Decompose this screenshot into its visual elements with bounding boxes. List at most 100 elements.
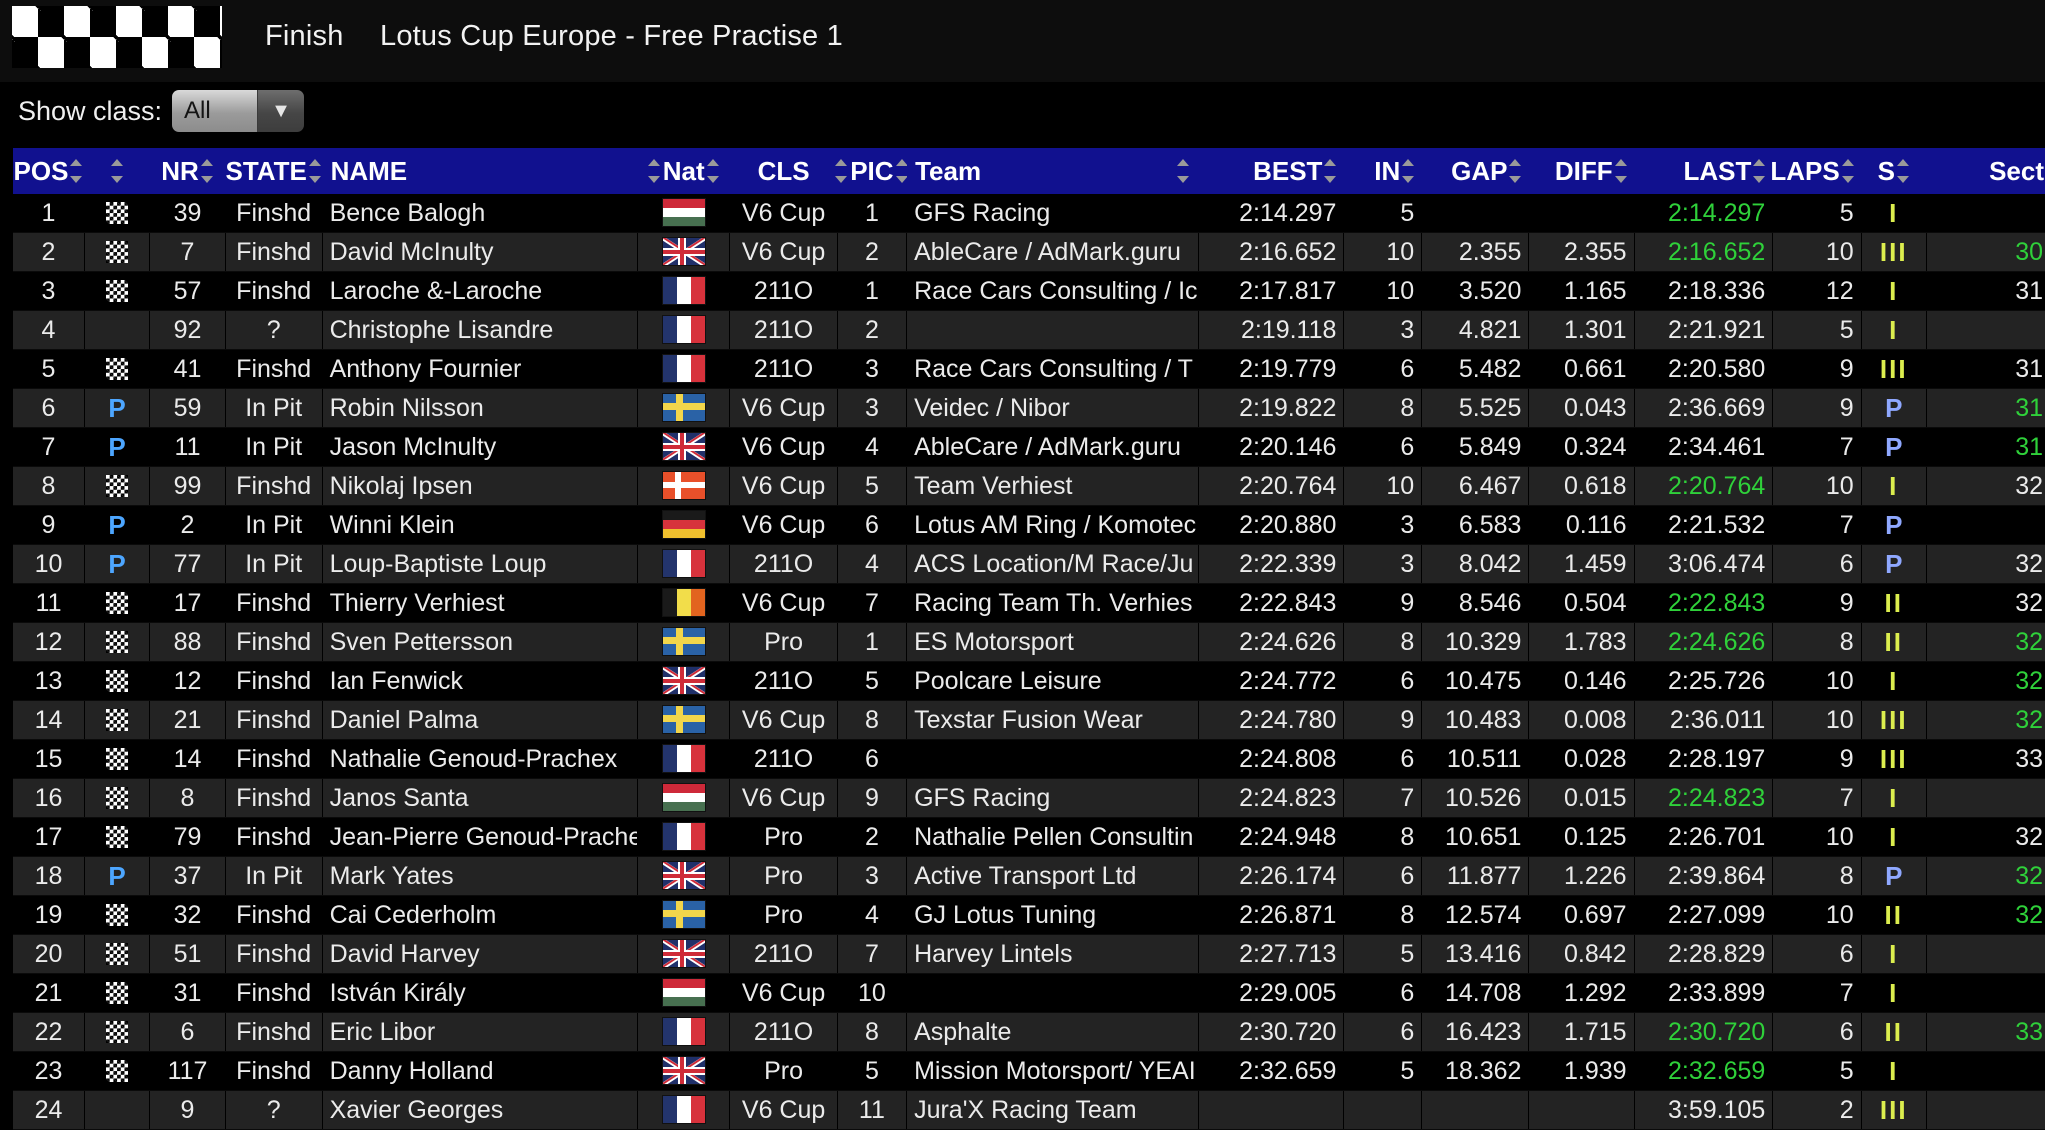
sort-arrows-icon[interactable] bbox=[647, 156, 661, 186]
col-header-gap[interactable]: GAP bbox=[1421, 148, 1530, 194]
cell-pic: 4 bbox=[837, 544, 908, 584]
table-row[interactable]: 4 92? Christophe Lisandre 211O 2 2:19.118 3 4.8… bbox=[13, 310, 2045, 350]
table-row[interactable]: 15 14 Finshd Nathalie Genoud-Prachex 211O 6 2:… bbox=[13, 739, 2045, 779]
table-row[interactable]: 11 17 Finshd Thierry Verhiest V6 Cup 7 Racing … bbox=[13, 583, 2045, 623]
flag-icon-se bbox=[661, 393, 706, 422]
sort-arrows-icon[interactable] bbox=[110, 156, 124, 186]
table-row[interactable]: 2 7 Finshd David McInulty V6 Cup 2 AbleCare / … bbox=[13, 232, 2045, 272]
col-header-flag[interactable] bbox=[84, 148, 151, 194]
col-header-laps[interactable]: LAPS bbox=[1770, 148, 1862, 194]
col-header-team-label: Team bbox=[915, 155, 982, 186]
checkered-flag-icon bbox=[106, 1020, 129, 1043]
cell-nr: 11 bbox=[149, 427, 226, 467]
table-row[interactable]: 22 6 Finshd Eric Libor 211O 8 Asphalte 2:30.720… bbox=[13, 1012, 2045, 1052]
cell-best: 2:16.652 bbox=[1198, 232, 1345, 272]
col-header-gap-label: GAP bbox=[1451, 155, 1508, 186]
cell-cls: V6 Cup bbox=[729, 505, 838, 545]
class-filter-select[interactable]: All ▼ bbox=[172, 90, 304, 132]
sector-bars-icon: I bbox=[1889, 977, 1899, 1008]
table-row[interactable]: 17 79 Finshd Jean-Pierre Genoud-Prachex Pro 2… bbox=[13, 817, 2045, 857]
sort-arrows-icon[interactable] bbox=[1753, 156, 1766, 186]
cell-nr: 6 bbox=[149, 1012, 226, 1052]
table-row[interactable]: 1 39 Finshd Bence Balogh V6 Cup 1 GFS Racing 2:… bbox=[13, 194, 2045, 233]
cell-gap: 4.821 bbox=[1421, 310, 1530, 350]
cell-gap: 8.042 bbox=[1421, 544, 1530, 584]
cell-cls: 211O bbox=[729, 310, 838, 350]
table-row[interactable]: 7 P 11 In Pit Jason McInulty V6 Cup 4 AbleCare … bbox=[13, 427, 2045, 467]
sort-arrows-icon[interactable] bbox=[308, 156, 322, 186]
col-header-state[interactable]: STATE bbox=[225, 148, 323, 194]
table-row[interactable]: 21 31 Finshd István Király V6 Cup 10 2:29.005 6… bbox=[13, 973, 2045, 1013]
table-row[interactable]: 14 21 Finshd Daniel Palma V6 Cup 8 Texstar Fus… bbox=[13, 700, 2045, 740]
cell-nat bbox=[637, 466, 731, 506]
cell-team: Veidec / Nibor bbox=[906, 388, 1200, 428]
col-header-in[interactable]: IN bbox=[1343, 148, 1423, 194]
table-row[interactable]: 16 8 Finshd Janos Santa V6 Cup 9 GFS Racing 2:2… bbox=[13, 778, 2045, 818]
sort-arrows-icon[interactable] bbox=[706, 156, 720, 186]
cell-name: Winni Klein bbox=[322, 505, 638, 545]
cell-sect: 32 bbox=[1926, 817, 2045, 857]
col-header-sect[interactable]: Sect bbox=[1926, 148, 2045, 194]
table-row[interactable]: 9 P 2 In Pit Winni Klein V6 Cup 6 Lotus AM Ring… bbox=[13, 505, 2045, 545]
chevron-down-icon[interactable]: ▼ bbox=[257, 90, 304, 132]
checkered-flag-icon bbox=[106, 825, 129, 848]
cell-best: 2:29.005 bbox=[1198, 973, 1345, 1013]
table-row[interactable]: 5 41 Finshd Anthony Fournier 211O 3 Race Cars … bbox=[13, 349, 2045, 389]
sort-arrows-icon[interactable] bbox=[1841, 156, 1855, 186]
sort-arrows-icon[interactable] bbox=[1896, 156, 1910, 186]
sort-arrows-icon[interactable] bbox=[70, 156, 83, 186]
col-header-nat[interactable]: Nat bbox=[637, 148, 731, 194]
col-header-cls[interactable]: CLS bbox=[729, 148, 838, 194]
cell-nat bbox=[637, 232, 731, 272]
cell-sect bbox=[1926, 1051, 2045, 1091]
table-row[interactable]: 10 P 77 In Pit Loup-Baptiste Loup 211O 4 ACS Lo… bbox=[13, 544, 2045, 584]
cell-in: 8 bbox=[1343, 817, 1423, 857]
cell-pic: 7 bbox=[837, 583, 908, 623]
table-row[interactable]: 6 P 59 In Pit Robin Nilsson V6 Cup 3 Veidec / N… bbox=[13, 388, 2045, 428]
col-header-team[interactable]: Team bbox=[906, 148, 1200, 194]
sort-arrows-icon[interactable] bbox=[1177, 156, 1190, 186]
sort-arrows-icon[interactable] bbox=[1509, 156, 1522, 186]
sort-arrows-icon[interactable] bbox=[200, 156, 214, 186]
table-row[interactable]: 8 99 Finshd Nikolaj Ipsen V6 Cup 5 Team Verhie… bbox=[13, 466, 2045, 506]
cell-in: 5 bbox=[1343, 934, 1423, 974]
col-header-s[interactable]: S bbox=[1861, 148, 1927, 194]
sort-arrows-icon[interactable] bbox=[1614, 156, 1628, 186]
cell-state: Finshd bbox=[225, 895, 323, 935]
table-row[interactable]: 3 57 Finshd Laroche &-Laroche 211O 1 Race Cars… bbox=[13, 271, 2045, 311]
col-header-nr[interactable]: NR bbox=[149, 148, 226, 194]
pit-indicator-icon: P bbox=[108, 548, 126, 579]
sort-arrows-icon[interactable] bbox=[835, 156, 848, 186]
cell-gap bbox=[1421, 1090, 1530, 1130]
col-header-last[interactable]: LAST bbox=[1634, 148, 1774, 194]
cell-last: 2:14.297 bbox=[1634, 194, 1774, 233]
table-row[interactable]: 13 12 Finshd Ian Fenwick 211O 5 Poolcare Leisu… bbox=[13, 661, 2045, 701]
cell-nr: 79 bbox=[149, 817, 226, 857]
sort-arrows-icon[interactable] bbox=[1402, 156, 1415, 186]
timing-table-wrapper: POS NR STATE NAME Nat CLS PIC Team BEST … bbox=[13, 148, 2045, 1130]
cell-nat bbox=[637, 973, 731, 1013]
cell-pos: 4 bbox=[13, 310, 85, 350]
table-row[interactable]: 23 117 Finshd Danny Holland Pro 5 Mission Moto… bbox=[13, 1051, 2045, 1091]
col-header-pos[interactable]: POS bbox=[13, 148, 85, 194]
sort-arrows-icon[interactable] bbox=[1324, 156, 1337, 186]
cell-team: Harvey Lintels bbox=[906, 934, 1200, 974]
checkered-flag-icon bbox=[106, 1059, 129, 1082]
cell-laps: 5 bbox=[1772, 310, 1862, 350]
table-row[interactable]: 18 P 37 In Pit Mark Yates Pro 3 Active Transpor… bbox=[13, 856, 2045, 896]
col-header-laps-label: LAPS bbox=[1770, 155, 1840, 186]
table-row[interactable]: 24 9? Xavier Georges V6 Cup 11 Jura'X Racing … bbox=[13, 1090, 2045, 1130]
cell-team: Team Verhiest bbox=[906, 466, 1200, 506]
col-header-diff[interactable]: DIFF bbox=[1528, 148, 1635, 194]
table-row[interactable]: 20 51 Finshd David Harvey 211O 7 Harvey Lintel… bbox=[13, 934, 2045, 974]
table-row[interactable]: 19 32 Finshd Cai Cederholm Pro 4 GJ Lotus Tuni… bbox=[13, 895, 2045, 935]
table-row[interactable]: 12 88 Finshd Sven Pettersson Pro 1 ES Motorspo… bbox=[13, 622, 2045, 662]
col-header-name[interactable]: NAME bbox=[322, 148, 638, 194]
cell-best: 2:22.843 bbox=[1198, 583, 1345, 623]
col-header-pic[interactable]: PIC bbox=[835, 148, 908, 194]
cell-status-icon bbox=[84, 1051, 151, 1091]
cell-best: 2:19.118 bbox=[1198, 310, 1345, 350]
cell-name: Jean-Pierre Genoud-Prachex bbox=[322, 817, 638, 857]
col-header-best[interactable]: BEST bbox=[1198, 148, 1345, 194]
flag-icon-dk bbox=[661, 471, 706, 500]
